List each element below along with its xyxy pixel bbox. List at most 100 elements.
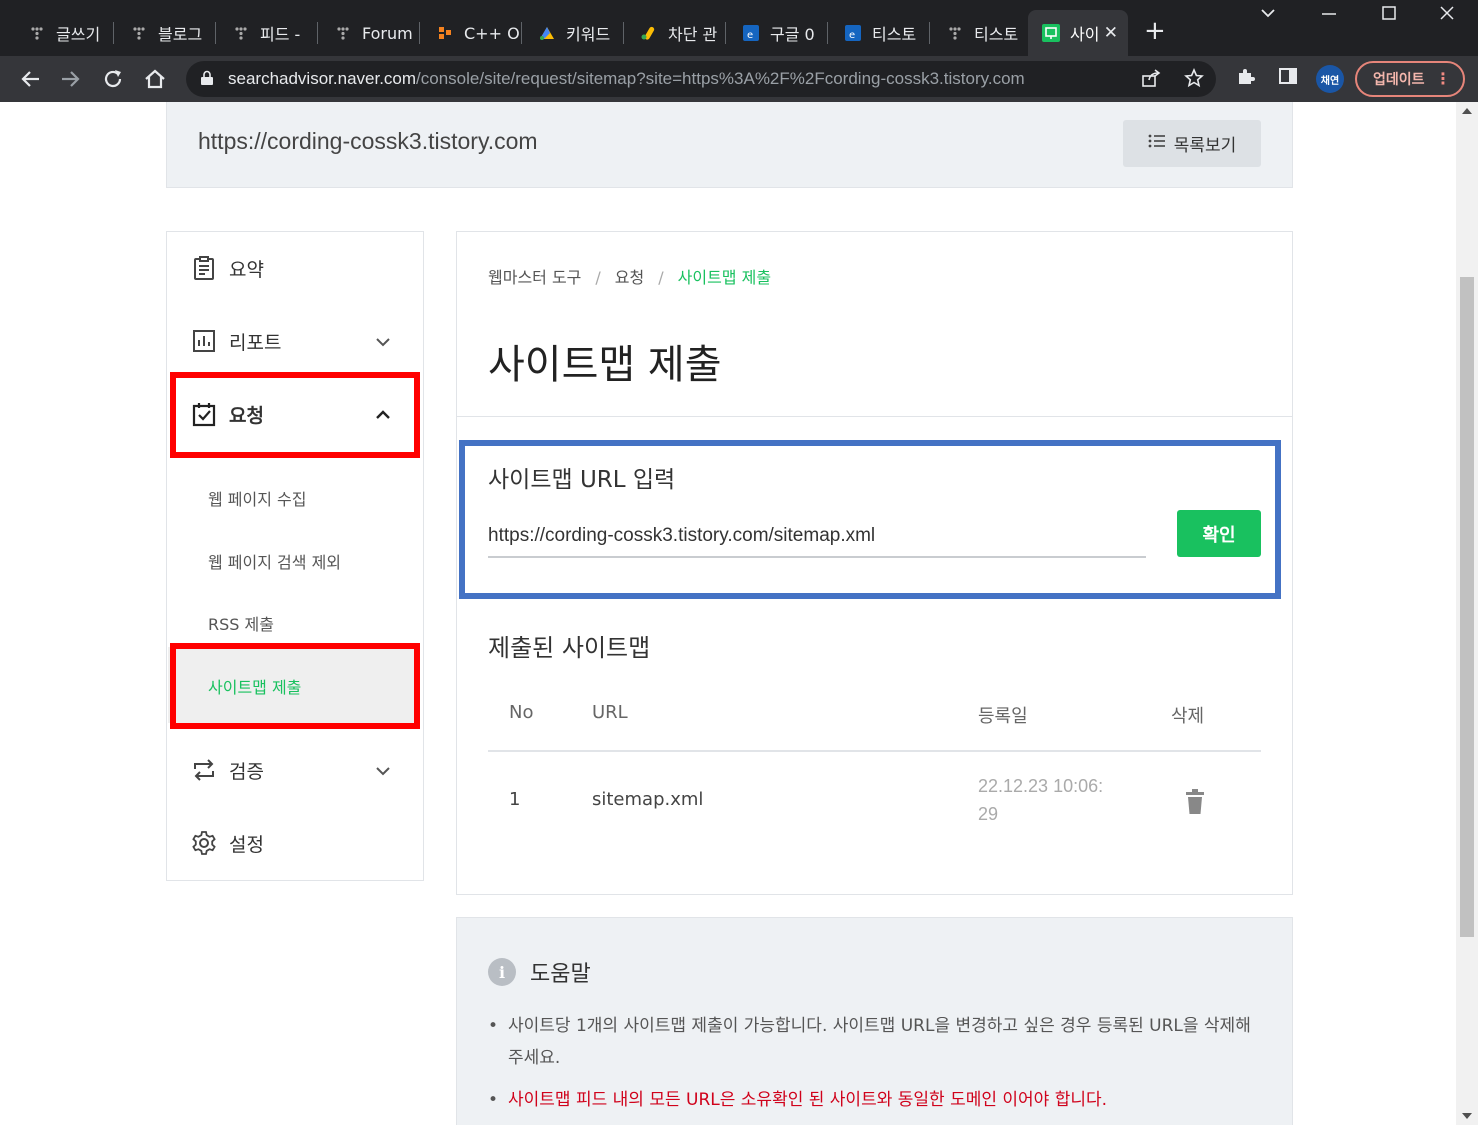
browser-tab[interactable]: e 구글 0 [728, 10, 828, 56]
browser-tab[interactable]: 티스토 [932, 10, 1026, 56]
chevron-down-icon[interactable] [373, 761, 393, 781]
reload-icon[interactable] [98, 64, 128, 94]
tistory-icon [232, 24, 250, 42]
new-tab-button[interactable]: + [1144, 16, 1166, 46]
breadcrumb-separator: / [658, 268, 664, 287]
page-content: https://cording-cossk3.tistory.com 목록보기 … [0, 102, 1456, 1125]
info-icon: i [488, 958, 516, 986]
confirm-button[interactable]: 확인 [1177, 510, 1261, 557]
sidebar-item-summary[interactable]: 요약 [191, 248, 264, 288]
update-button[interactable]: 업데이트 ⋮ [1355, 61, 1465, 97]
sitemap-url-label: 사이트맵 URL 입력 [488, 467, 676, 493]
update-label: 업데이트 [1373, 72, 1425, 88]
sidebar-subitem-web-page-exclude[interactable]: 웹 페이지 검색 제외 [208, 549, 341, 573]
extensions-puzzle-icon[interactable] [1236, 66, 1256, 91]
sidebar-subitem-web-page-collect[interactable]: 웹 페이지 수집 [208, 486, 307, 510]
scrollbar-thumb[interactable] [1460, 277, 1474, 937]
page-scrollbar[interactable] [1456, 102, 1478, 1125]
browser-tab[interactable]: e 티스토 [830, 10, 930, 56]
sidebar-subitem-rss-submit[interactable]: RSS 제출 [208, 611, 274, 635]
minimize-icon[interactable] [1320, 4, 1338, 27]
tistory-icon [334, 24, 352, 42]
table-header-no: No [509, 702, 534, 723]
more-menu-icon[interactable]: ⋮ [1435, 69, 1451, 88]
tistory-icon [28, 24, 46, 42]
help-list: 사이트당 1개의 사이트맵 제출이 가능합니다. 사이트맵 URL을 변경하고 … [488, 1010, 1268, 1125]
maximize-icon[interactable] [1380, 4, 1398, 27]
bookmark-star-icon[interactable] [1184, 67, 1204, 93]
repeat-icon [191, 757, 217, 783]
naver-searchadvisor-icon [1042, 24, 1060, 42]
sidebar-item-label: 리포트 [229, 331, 282, 354]
breadcrumb-separator: / [595, 268, 601, 287]
home-icon[interactable] [140, 64, 170, 94]
tab-title: Forum [362, 23, 413, 43]
scroll-up-arrow-icon[interactable] [1462, 108, 1472, 114]
address-bar[interactable]: searchadvisor.naver.com/console/site/req… [186, 61, 1216, 97]
help-title: 도움말 [530, 962, 591, 987]
annotation-highlight-request [170, 372, 420, 458]
table-cell-date: 22.12.23 10:06: 29 [978, 776, 1104, 824]
lock-icon [200, 70, 214, 86]
list-icon [1148, 133, 1166, 154]
breadcrumb-current: 사이트맵 제출 [677, 268, 772, 287]
trash-icon[interactable] [1184, 789, 1206, 815]
site-header: https://cording-cossk3.tistory.com 목록보기 [166, 102, 1293, 188]
browser-tab[interactable]: 키워드 [524, 10, 624, 56]
browser-tab[interactable]: 차단 관 [626, 10, 726, 56]
chevron-down-icon[interactable] [373, 332, 393, 352]
help-title-row: i 도움말 [488, 956, 591, 988]
sidebar-item-report[interactable]: 리포트 [191, 321, 281, 361]
google-ads-icon [640, 24, 658, 42]
svg-text:e: e [849, 30, 855, 41]
breadcrumb-item[interactable]: 웹마스터 도구 [488, 268, 581, 287]
table-cell-url: sitemap.xml [592, 789, 704, 810]
site-url: https://cording-cossk3.tistory.com [198, 128, 538, 154]
edge-page-icon: e [844, 24, 862, 42]
main-card: 웹마스터 도구 / 요청 / 사이트맵 제출 사이트맵 제출 사이트맵 URL 입력 확… [456, 231, 1293, 895]
bar-chart-icon [191, 328, 217, 354]
close-window-icon[interactable] [1438, 4, 1456, 27]
cplusplus-icon [436, 24, 454, 42]
tab-title: 차단 관 [668, 25, 718, 44]
close-tab-icon[interactable]: ✕ [1104, 23, 1118, 43]
edge-page-icon: e [742, 24, 760, 42]
profile-avatar[interactable]: 채연 [1316, 65, 1344, 93]
address-url: searchadvisor.naver.com/console/site/req… [228, 69, 1025, 88]
browser-tab[interactable]: 블로그 [116, 10, 216, 56]
tab-title: 블로그 [158, 25, 203, 44]
help-item: 사이트당 1개의 사이트맵 제출이 가능합니다. 사이트맵 URL을 변경하고 … [488, 1010, 1268, 1074]
annotation-highlight-sitemap [170, 643, 420, 729]
table-header-delete: 삭제 [1171, 706, 1205, 727]
scroll-down-arrow-icon[interactable] [1462, 1113, 1472, 1119]
table-cell-no: 1 [509, 789, 521, 810]
submitted-sitemaps-title: 제출된 사이트맵 [488, 634, 651, 662]
side-panel-icon[interactable] [1278, 66, 1298, 91]
share-icon[interactable] [1141, 68, 1161, 93]
clipboard-icon [191, 255, 217, 281]
sidebar-item-settings[interactable]: 설정 [191, 823, 264, 863]
browser-tab[interactable]: 글쓰기 [14, 10, 114, 56]
sidebar-item-label: 설정 [229, 833, 264, 856]
tab-title: C++ O [464, 23, 520, 43]
browser-tab[interactable]: 피드 - [218, 10, 318, 56]
list-view-button[interactable]: 목록보기 [1123, 120, 1261, 167]
table-header-url: URL [592, 702, 628, 723]
sitemap-url-input[interactable] [488, 516, 1146, 558]
tab-title: 티스토 [872, 25, 917, 44]
forward-icon[interactable] [56, 64, 86, 94]
tab-title: 키워드 [566, 25, 611, 44]
browser-tab[interactable]: Forum [320, 10, 420, 56]
sidebar-item-verify[interactable]: 검증 [191, 750, 264, 790]
browser-tab-active[interactable]: 사이 ✕ [1028, 10, 1128, 56]
browser-tab[interactable]: C++ O [422, 10, 522, 56]
svg-text:e: e [747, 30, 753, 41]
gear-icon [191, 830, 217, 856]
divider [457, 416, 1292, 417]
breadcrumb-item[interactable]: 요청 [615, 268, 644, 287]
table-header-date: 등록일 [978, 706, 1028, 727]
tab-search-icon[interactable] [1259, 4, 1277, 27]
tistory-icon [130, 24, 148, 42]
back-icon[interactable] [15, 64, 45, 94]
breadcrumb: 웹마스터 도구 / 요청 / 사이트맵 제출 [488, 264, 771, 288]
